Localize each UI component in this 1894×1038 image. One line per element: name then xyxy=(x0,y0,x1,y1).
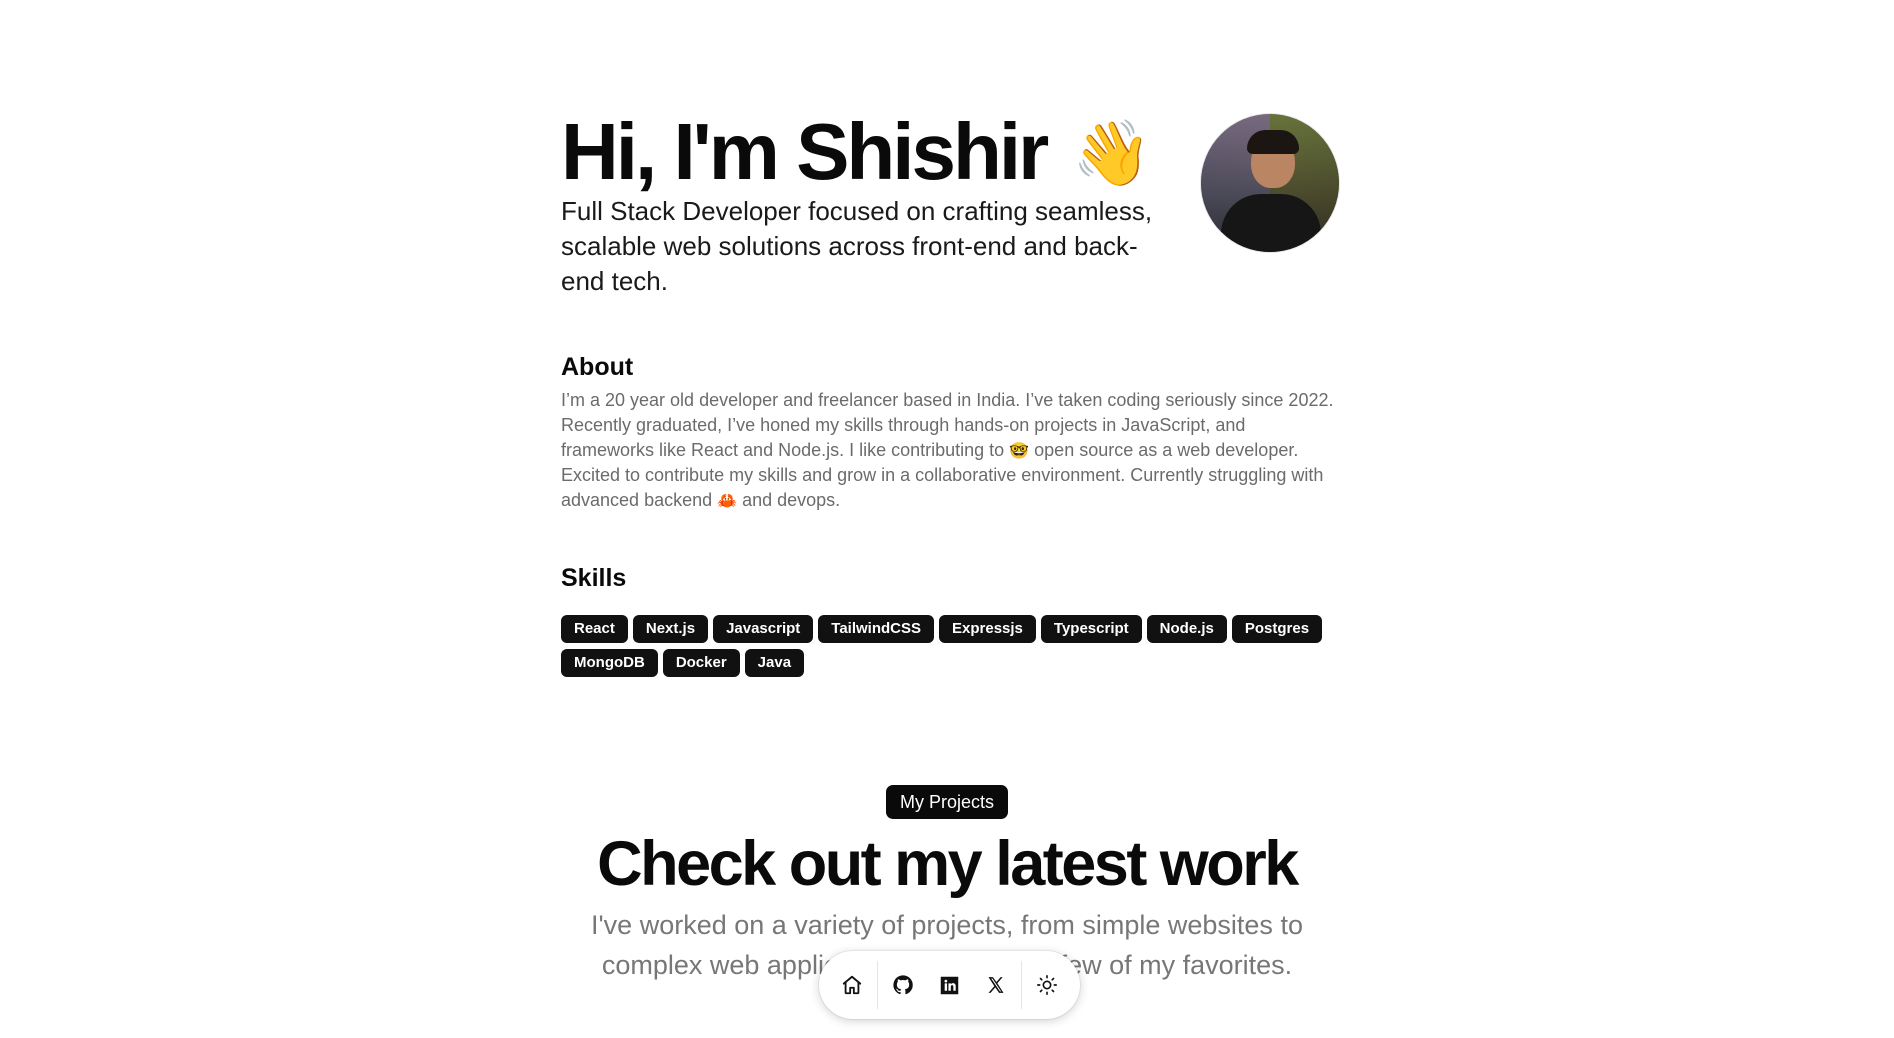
about-text-part3: and devops. xyxy=(742,490,841,510)
nerd-face-icon: 🤓 xyxy=(1009,441,1030,460)
github-button[interactable] xyxy=(880,960,926,1010)
home-icon xyxy=(842,975,862,995)
hero-section: Hi, I'm Shishir 👋 Full Stack Developer fo… xyxy=(561,104,1339,304)
x-button[interactable] xyxy=(973,960,1019,1010)
dock-divider xyxy=(1020,961,1022,1009)
skill-badge: Javascript xyxy=(713,615,814,643)
skill-badge: Expressjs xyxy=(939,615,1036,643)
crab-icon: 🦀 xyxy=(717,491,738,510)
x-icon xyxy=(988,977,1004,993)
sun-icon xyxy=(1036,975,1057,995)
projects-badge: My Projects xyxy=(885,785,1009,819)
skill-badge: MongoDB xyxy=(561,649,658,677)
skill-badge: TailwindCSS xyxy=(818,615,935,643)
about-heading: About xyxy=(561,353,634,381)
skill-badge: Postgres xyxy=(1231,615,1323,643)
hero-title-text: Hi, I'm Shishir xyxy=(561,107,1049,196)
floating-dock xyxy=(819,951,1080,1019)
skill-list: React Next.js Javascript TailwindCSS Exp… xyxy=(561,615,1351,677)
hero-subtitle: Full Stack Developer focused on crafting… xyxy=(561,196,1153,296)
skill-badge: Typescript xyxy=(1040,615,1142,643)
linkedin-button[interactable] xyxy=(926,960,972,1010)
dock-divider xyxy=(877,961,879,1009)
github-icon xyxy=(893,975,914,995)
skill-badge: Next.js xyxy=(632,615,709,643)
home-button[interactable] xyxy=(829,960,875,1010)
projects-title: Check out my latest work xyxy=(597,829,1299,899)
about-text: I’m a 20 year old developer and freelanc… xyxy=(561,388,1339,513)
about-section: About I’m a 20 year old developer and fr… xyxy=(561,352,1339,513)
skills-heading: Skills xyxy=(561,564,627,592)
skills-section: Skills React Next.js Javascript Tailwind… xyxy=(561,563,1339,677)
hero-title: Hi, I'm Shishir 👋 xyxy=(561,104,1152,202)
avatar-hair xyxy=(1247,130,1299,154)
skill-badge: Docker xyxy=(662,649,740,677)
theme-toggle-button[interactable] xyxy=(1024,960,1070,1010)
avatar xyxy=(1201,114,1339,252)
skill-badge: Java xyxy=(744,649,805,677)
skill-badge: React xyxy=(561,615,628,643)
avatar-body xyxy=(1221,194,1321,252)
linkedin-icon xyxy=(940,976,959,994)
waving-hand-icon: 👋 xyxy=(1072,117,1152,191)
skill-badge: Node.js xyxy=(1146,615,1227,643)
